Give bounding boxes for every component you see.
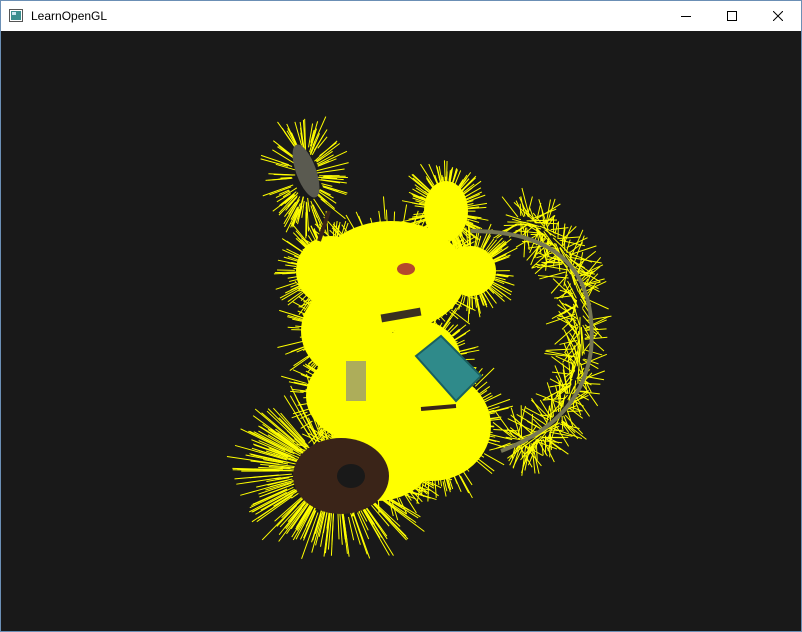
normal-line xyxy=(382,196,386,220)
normal-line xyxy=(557,221,560,240)
normal-line xyxy=(472,423,490,425)
normal-line xyxy=(421,389,423,410)
normal-line xyxy=(483,453,505,466)
normal-line xyxy=(566,239,571,251)
app-window: LearnOpenGL xyxy=(0,0,802,632)
normal-line xyxy=(358,215,363,226)
normal-line xyxy=(443,160,446,181)
normal-line xyxy=(505,214,522,221)
normal-line xyxy=(546,348,576,351)
normal-line xyxy=(303,396,320,399)
normal-line xyxy=(459,475,473,499)
normal-line xyxy=(343,370,346,390)
normal-line xyxy=(322,176,348,179)
normal-line xyxy=(281,238,303,253)
maximize-icon xyxy=(727,11,737,21)
normal-line xyxy=(501,196,519,218)
normal-line xyxy=(550,429,564,432)
normal-line xyxy=(287,326,300,329)
normal-line xyxy=(317,178,341,184)
window-title: LearnOpenGL xyxy=(31,9,108,23)
normal-line xyxy=(558,236,581,239)
normal-line xyxy=(551,371,571,375)
normal-line xyxy=(449,329,471,344)
normal-line xyxy=(414,205,426,208)
normal-line xyxy=(541,261,564,264)
close-button[interactable] xyxy=(755,1,801,31)
normal-line xyxy=(322,185,348,194)
normal-line xyxy=(585,349,603,356)
normal-line xyxy=(474,456,495,472)
wheel-hub xyxy=(337,464,365,488)
normal-line xyxy=(272,140,294,157)
opengl-viewport[interactable] xyxy=(1,31,801,631)
normal-line xyxy=(425,176,436,190)
normal-line xyxy=(420,163,435,186)
normal-line xyxy=(277,340,304,348)
normal-line xyxy=(304,277,327,279)
normal-line xyxy=(561,420,587,440)
app-icon xyxy=(9,9,23,22)
minimize-button[interactable] xyxy=(663,1,709,31)
maximize-button[interactable] xyxy=(709,1,755,31)
minimize-icon xyxy=(681,16,691,17)
normal-line xyxy=(285,264,297,267)
normal-line xyxy=(561,420,576,434)
normal-line xyxy=(307,197,311,212)
normal-line xyxy=(469,229,472,255)
normal-line xyxy=(481,393,502,404)
normal-line xyxy=(563,281,578,308)
normal-line xyxy=(366,272,383,274)
normal-line xyxy=(532,212,552,236)
close-icon xyxy=(773,11,783,21)
normal-visualization-render xyxy=(226,116,612,559)
grey-panel xyxy=(346,361,366,401)
red-accent xyxy=(397,263,415,275)
normal-line xyxy=(475,459,493,474)
normal-line xyxy=(319,189,331,196)
normal-line xyxy=(441,269,457,271)
normal-line xyxy=(234,474,279,480)
title-bar[interactable]: LearnOpenGL xyxy=(1,1,801,31)
normal-line xyxy=(520,196,526,217)
normal-line xyxy=(293,268,304,270)
